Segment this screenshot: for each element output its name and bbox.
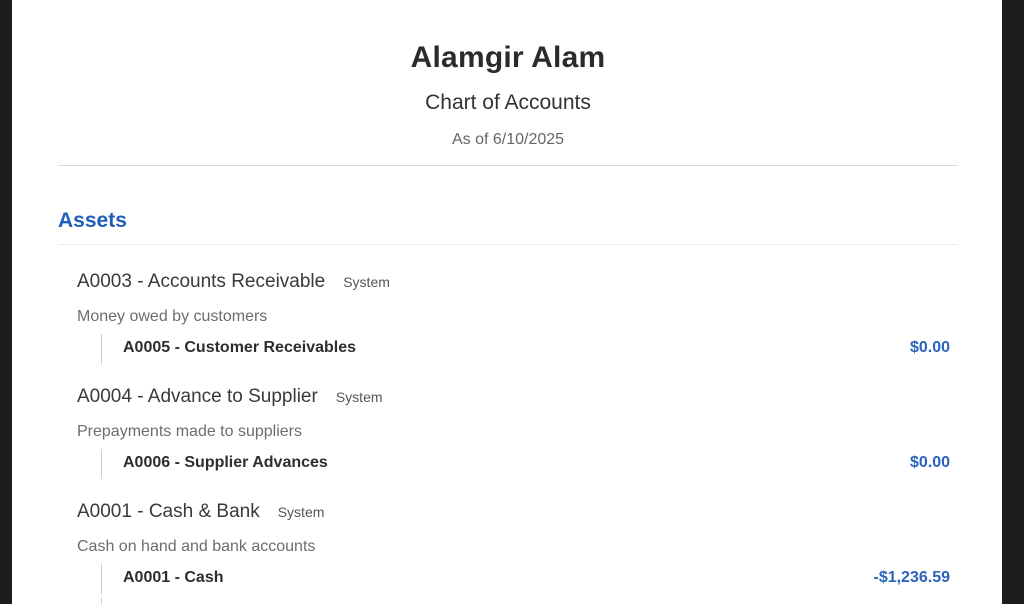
system-badge: System (335, 389, 383, 405)
sub-account-name: A0001 - Cash (123, 569, 224, 586)
account-group-description: Cash on hand and bank accounts (77, 538, 316, 555)
report-title: Chart of Accounts (425, 91, 591, 114)
section-divider (58, 244, 958, 245)
system-badge: System (343, 274, 390, 290)
account-group-name: A0003 - Accounts Receivable (77, 271, 326, 292)
sub-account-amount: $0.00 (909, 339, 950, 356)
sub-account-row: A0006 - Supplier Advances $0.00 (101, 449, 950, 479)
company-name: Alamgir Alam (410, 41, 606, 74)
window-frame-left (0, 0, 12, 604)
account-group-name: A0001 - Cash & Bank (77, 501, 260, 522)
section-title-assets: Assets (58, 209, 127, 232)
account-group-description: Money owed by customers (77, 308, 268, 325)
account-group-title: A0003 - Accounts Receivable System (77, 271, 390, 293)
report-date: As of 6/10/2025 (451, 131, 565, 148)
account-group-title: A0001 - Cash & Bank System (77, 501, 324, 523)
sub-account-row: A0001 - Cash -$1,236.59 (101, 564, 950, 594)
sub-account-name: A0005 - Customer Receivables (123, 339, 356, 356)
account-group-description: Prepayments made to suppliers (77, 423, 302, 440)
sub-account-name: A0006 - Supplier Advances (123, 454, 328, 471)
sub-account-row-partial (101, 597, 950, 604)
sub-account-amount: $0.00 (909, 454, 950, 471)
sub-account-row: A0005 - Customer Receivables $0.00 (101, 334, 950, 364)
header-divider (58, 165, 958, 166)
account-group-title: A0004 - Advance to Supplier System (77, 386, 383, 408)
system-badge: System (277, 504, 325, 520)
account-group-name: A0004 - Advance to Supplier (77, 386, 318, 407)
sub-account-amount: -$1,236.59 (873, 569, 950, 586)
report-page: Alamgir Alam Chart of Accounts As of 6/1… (12, 0, 1002, 604)
window-frame-right (1002, 0, 1024, 604)
